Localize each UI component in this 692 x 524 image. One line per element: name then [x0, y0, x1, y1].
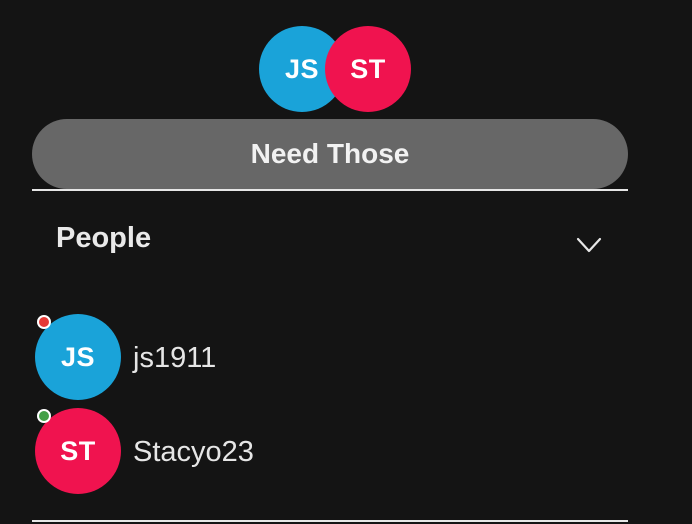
avatar-initials: JS — [60, 341, 96, 372]
person-name: js1911 — [133, 342, 217, 374]
status-indicator — [37, 409, 51, 423]
list-item[interactable]: ST Stacyo23 — [35, 408, 595, 496]
avatar-initials: ST — [60, 435, 96, 466]
avatar: ST — [325, 26, 411, 112]
avatar-initials: JS — [284, 53, 320, 84]
chevron-down-icon[interactable] — [576, 231, 602, 257]
avatar-initials: ST — [350, 53, 386, 84]
divider — [32, 520, 628, 522]
list-item[interactable]: JS js1911 — [35, 314, 595, 402]
person-name: Stacyo23 — [133, 436, 254, 468]
status-indicator — [37, 315, 51, 329]
group-title-pill[interactable]: Need Those — [32, 119, 628, 189]
group-title: Need Those — [250, 138, 410, 169]
group-panel: JS ST Need Those People JS js1911 ST Sta… — [0, 0, 692, 524]
section-title: People — [56, 222, 152, 254]
divider — [32, 189, 628, 191]
